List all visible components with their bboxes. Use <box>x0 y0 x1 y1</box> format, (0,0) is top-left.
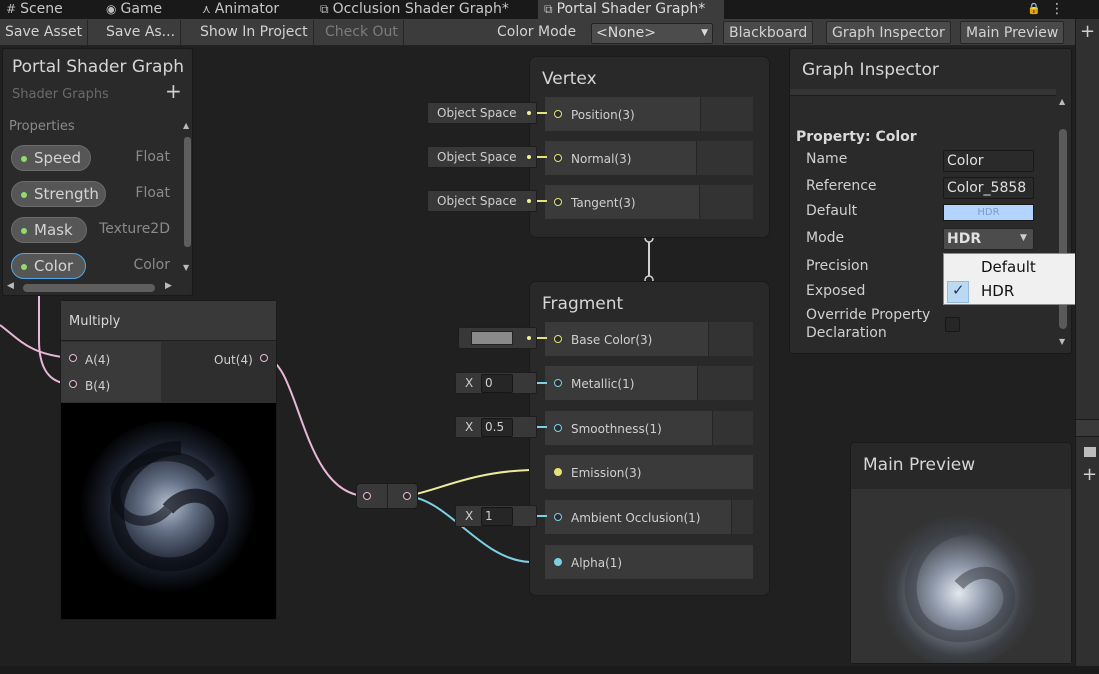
main-preview-panel: Main Preview <box>850 442 1072 664</box>
metallic-field[interactable]: X 0 <box>455 372 537 394</box>
fragment-title: Fragment <box>542 294 624 314</box>
blackboard-subtitle: Shader Graphs <box>12 87 109 102</box>
blackboard-title: Portal Shader Graph <box>12 57 185 77</box>
multiply-node[interactable]: Multiply A(4) B(4) Out(4) <box>60 300 277 620</box>
graph-inspector-title: Graph Inspector <box>802 60 939 80</box>
property-type: Float <box>135 149 170 165</box>
property-pill-speed[interactable]: Speed <box>11 145 91 171</box>
override-label-line2: Declaration <box>806 325 887 341</box>
override-checkbox[interactable] <box>945 317 960 332</box>
chevron-down-icon: ▼ <box>1020 233 1027 243</box>
port[interactable] <box>554 154 562 162</box>
port[interactable] <box>554 558 562 566</box>
input-port-b[interactable] <box>69 380 77 388</box>
multiply-node-title: Multiply <box>69 314 121 329</box>
tangent-space-field[interactable]: Object Space <box>427 190 537 212</box>
base-color-field[interactable] <box>458 327 537 349</box>
add-icon[interactable]: + <box>1082 464 1097 485</box>
blackboard-panel: Portal Shader Graph Shader Graphs + Prop… <box>2 48 193 296</box>
normal-space-field[interactable]: Object Space <box>427 146 537 168</box>
name-field[interactable]: Color <box>943 150 1034 172</box>
mode-label: Mode <box>806 230 845 246</box>
mode-dropdown-menu: Default ✓ HDR <box>943 253 1093 305</box>
inspector-scrollbar[interactable]: ▲ ▼ <box>1056 97 1070 349</box>
port[interactable] <box>554 335 562 343</box>
port[interactable] <box>554 198 562 206</box>
dropdown-option-hdr[interactable]: ✓ HDR <box>944 280 1092 304</box>
input-a-label: A(4) <box>85 353 111 367</box>
port[interactable] <box>554 424 562 432</box>
smoothness-field[interactable]: X 0.5 <box>455 416 537 438</box>
properties-section-label: Properties <box>9 119 75 134</box>
fragment-block-alpha[interactable]: Alpha(1) <box>545 545 753 579</box>
name-label: Name <box>806 151 848 167</box>
fragment-block-metallic[interactable]: Metallic(1) <box>545 366 697 400</box>
mode-select[interactable]: HDR ▼ <box>943 228 1034 250</box>
vertex-block-position[interactable]: Position(3) <box>545 97 700 131</box>
swirl-icon <box>80 421 256 597</box>
output-port[interactable] <box>260 354 268 362</box>
checkmark-icon: ✓ <box>952 281 965 299</box>
input-port-a[interactable] <box>69 354 77 362</box>
dropdown-option-default[interactable]: Default <box>944 255 1092 279</box>
property-pill-color[interactable]: Color <box>11 253 86 279</box>
property-type: Float <box>135 185 170 201</box>
color-swatch[interactable] <box>471 331 513 345</box>
vertex-block-tangent[interactable]: Tangent(3) <box>545 185 699 219</box>
main-preview-viewport[interactable] <box>851 489 1071 663</box>
input-b-label: B(4) <box>85 379 111 393</box>
override-label: Override Property <box>806 307 931 323</box>
property-section-title: Property: Color <box>796 129 917 145</box>
blackboard-horizontal-scrollbar[interactable]: ◀ ▶ <box>7 281 177 293</box>
bottom-bar <box>0 666 1099 674</box>
fragment-block-emission[interactable]: Emission(3) <box>545 455 753 489</box>
multiply-preview-image <box>61 403 276 619</box>
fragment-block-base-color[interactable]: Base Color(3) <box>545 322 708 356</box>
output-label: Out(4) <box>214 353 253 367</box>
reference-label: Reference <box>806 178 877 194</box>
default-color-swatch[interactable]: HDR <box>943 204 1034 221</box>
vertex-block-normal[interactable]: Normal(3) <box>545 141 696 175</box>
wire-emission <box>406 469 531 497</box>
main-preview-title: Main Preview <box>863 455 976 475</box>
fragment-block-ambient-occlusion[interactable]: Ambient Occlusion(1) <box>545 500 731 534</box>
port[interactable] <box>554 513 562 521</box>
ambient-occlusion-field[interactable]: X 1 <box>455 505 537 527</box>
redirect-output-port[interactable] <box>403 492 411 500</box>
inspector-tabs-strip[interactable] <box>790 89 1056 96</box>
folder-icon[interactable] <box>1084 447 1096 457</box>
blackboard-vertical-scrollbar[interactable]: ▲ ▼ <box>183 121 191 273</box>
exposed-label: Exposed <box>806 283 866 299</box>
precision-label: Precision <box>806 258 869 274</box>
vertex-title: Vertex <box>542 69 597 89</box>
add-property-button[interactable]: + <box>165 79 182 103</box>
property-pill-mask[interactable]: Mask <box>11 217 87 243</box>
redirect-node[interactable] <box>356 483 418 509</box>
property-pill-strength[interactable]: Strength <box>11 181 106 207</box>
port[interactable] <box>554 468 562 476</box>
wire-multiply-out <box>263 357 368 497</box>
graph-inspector-panel: Graph Inspector Property: Color Name Col… <box>789 48 1072 354</box>
redirect-input-port[interactable] <box>363 492 371 500</box>
add-icon[interactable]: + <box>1080 21 1095 42</box>
port[interactable] <box>554 110 562 118</box>
reference-field[interactable]: Color_5858 <box>943 177 1034 199</box>
port[interactable] <box>554 379 562 387</box>
fragment-block-smoothness[interactable]: Smoothness(1) <box>545 411 712 445</box>
right-dock-strip: + + <box>1075 19 1099 674</box>
property-type: Texture2D <box>99 221 170 237</box>
position-space-field[interactable]: Object Space <box>427 102 537 124</box>
property-type: Color <box>133 257 170 273</box>
default-label: Default <box>806 203 858 219</box>
swirl-icon <box>877 503 1041 663</box>
